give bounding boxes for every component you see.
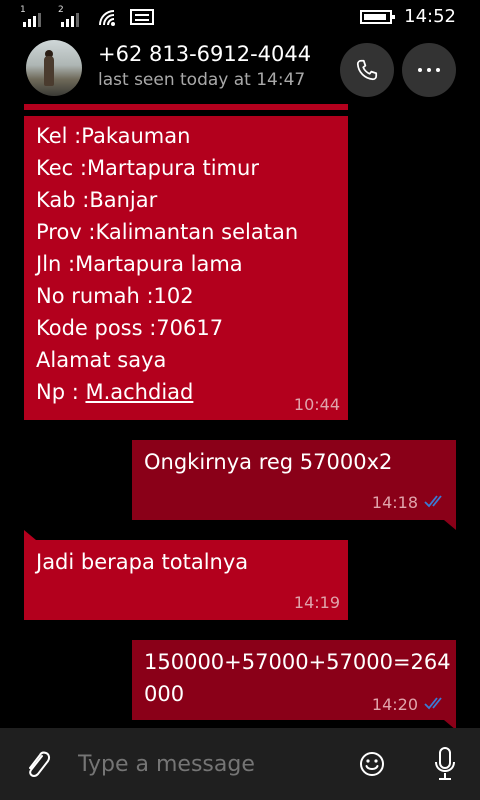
microphone-icon[interactable]	[432, 746, 458, 782]
battery-icon	[360, 9, 396, 24]
more-options-button[interactable]	[402, 43, 456, 97]
signal-sim2-icon: 2	[58, 5, 84, 27]
message-line: Kec :Martapura timur	[36, 156, 259, 180]
message-text: Kel :Pakauman Kec :Martapura timur Kab :…	[36, 120, 298, 408]
last-seen-status: last seen today at 14:47	[98, 70, 306, 90]
message-bubble-incoming[interactable]: Kel :Pakauman Kec :Martapura timur Kab :…	[24, 116, 348, 420]
emoji-icon[interactable]	[358, 750, 386, 778]
previous-message-edge	[24, 104, 348, 110]
call-button[interactable]	[340, 43, 394, 97]
message-text: Ongkirnya reg 57000x2	[144, 450, 393, 474]
message-bubble-outgoing[interactable]: 150000+57000+57000=264 000 14:20	[132, 640, 456, 730]
read-ticks-icon	[424, 697, 442, 710]
np-prefix: Np :	[36, 380, 86, 404]
more-dots-icon	[418, 68, 440, 72]
wifi-icon	[99, 10, 115, 26]
message-line: Kab :Banjar	[36, 188, 158, 212]
message-line: Np : M.achdiad	[36, 376, 298, 408]
composer-bar	[0, 728, 480, 800]
status-bar: 1 2 14:52	[0, 0, 480, 34]
message-text: Jadi berapa totalnya	[36, 550, 249, 574]
phone-icon	[356, 59, 378, 81]
contact-name[interactable]: +62 813-6912-4044	[98, 42, 311, 66]
status-clock: 14:52	[404, 6, 456, 27]
signal-sim1-icon: 1	[20, 5, 46, 27]
message-line: Jln :Martapura lama	[36, 252, 243, 276]
np-link[interactable]: M.achdiad	[85, 380, 193, 404]
message-line: Alamat saya	[36, 348, 167, 372]
message-bubble-outgoing[interactable]: Ongkirnya reg 57000x2 14:18	[132, 440, 456, 530]
message-time: 14:18	[371, 493, 418, 512]
message-line: No rumah :102	[36, 284, 194, 308]
message-time: 10:44	[293, 395, 340, 414]
chat-header: +62 813-6912-4044 last seen today at 14:…	[0, 38, 480, 102]
message-line: 150000+57000+57000=264	[144, 650, 451, 674]
message-notification-icon	[130, 9, 154, 25]
message-input[interactable]	[78, 748, 338, 780]
message-bubble-incoming[interactable]: Jadi berapa totalnya 14:19	[24, 530, 348, 620]
message-line: Kel :Pakauman	[36, 124, 191, 148]
avatar[interactable]	[26, 40, 82, 96]
message-line: Kode poss :70617	[36, 316, 224, 340]
message-time: 14:20	[371, 695, 418, 714]
message-time: 14:19	[293, 593, 340, 612]
attachment-icon[interactable]	[22, 748, 52, 782]
message-line: Prov :Kalimantan selatan	[36, 220, 299, 244]
read-ticks-icon	[424, 495, 442, 508]
